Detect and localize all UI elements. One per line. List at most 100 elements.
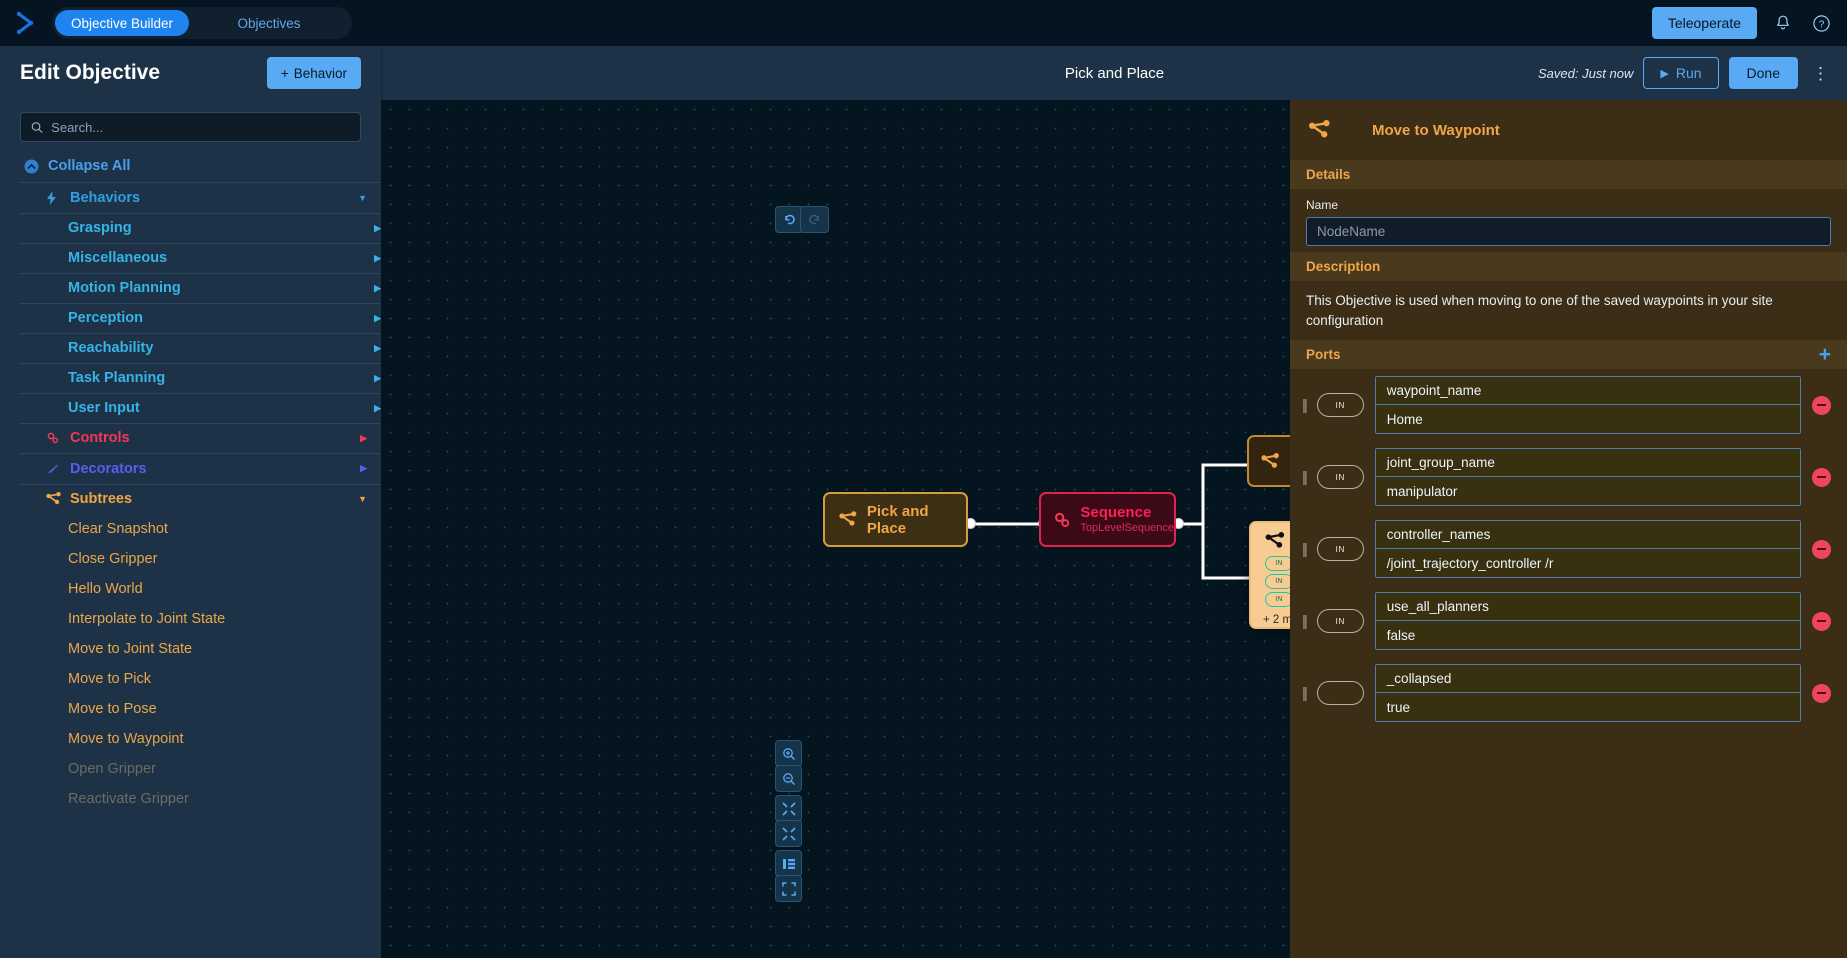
sidebar-item-move-to-waypoint[interactable]: Move to Waypoint [20, 724, 381, 754]
sidebar-item-move-to-joint-state[interactable]: Move to Joint State [20, 634, 381, 664]
chevron-right-icon: ▶ [374, 342, 381, 353]
port-key-input[interactable]: _collapsed [1375, 665, 1800, 694]
run-button[interactable]: ▶ Run [1643, 57, 1719, 89]
node-port-row[interactable]: IN waypoint_name [1251, 554, 1290, 572]
done-button[interactable]: Done [1728, 57, 1798, 89]
tab-objectives[interactable]: Objectives [189, 10, 349, 36]
chevron-right-icon: ▶ [374, 402, 381, 413]
sidebar-group-decorators[interactable]: Decorators ▶ [20, 453, 381, 484]
node-more-ports-label[interactable]: + 2 more [1251, 608, 1290, 626]
port-value-input[interactable]: /joint_trajectory_controller /r [1375, 549, 1800, 578]
sidebar-item-interpolate-to-joint-state[interactable]: Interpolate to Joint State [20, 604, 381, 634]
sidebar-item-miscellaneous[interactable]: Miscellaneous ▶ [20, 242, 381, 273]
drag-handle-icon[interactable]: || [1302, 685, 1308, 702]
kebab-menu-icon[interactable]: ⋮ [1808, 65, 1833, 82]
port-direction-pill[interactable]: IN [1316, 465, 1364, 490]
logo-chevron-icon[interactable] [14, 10, 40, 36]
chevron-down-icon: ▼ [358, 192, 367, 203]
tab-objective-builder[interactable]: Objective Builder [55, 10, 190, 36]
remove-port-button[interactable] [1812, 539, 1831, 559]
node-sequence[interactable]: Sequence TopLevelSequence [1039, 492, 1176, 547]
port-key-input[interactable]: controller_names [1375, 521, 1800, 550]
node-port-row[interactable]: IN joint_group_name [1251, 572, 1290, 590]
sidebar-item-user-input[interactable]: User Input ▶ [20, 392, 381, 423]
description-text: This Objective is used when moving to on… [1306, 293, 1773, 328]
port-key-input[interactable]: use_all_planners [1375, 593, 1800, 622]
redo-button[interactable] [800, 206, 829, 233]
node-pick-and-place[interactable]: Pick and Place [823, 492, 968, 547]
collapse-nodes-button[interactable] [775, 820, 802, 847]
sidebar-group-behaviors[interactable]: Behaviors ▼ [20, 182, 381, 213]
node-port-row[interactable]: IN controller_names [1251, 590, 1290, 608]
sidebar-item-close-gripper[interactable]: Close Gripper [20, 544, 381, 574]
port-direction-pill[interactable] [1316, 681, 1364, 706]
teleoperate-button[interactable]: Teleoperate [1651, 7, 1757, 39]
help-circle-icon[interactable]: ? [1809, 11, 1833, 35]
sidebar-item-hello-world[interactable]: Hello World [20, 574, 381, 604]
remove-port-button[interactable] [1812, 611, 1831, 631]
sidebar-item-move-to-pick[interactable]: Move to Pick [20, 664, 381, 694]
sidebar-item-clear-snapshot[interactable]: Clear Snapshot [20, 514, 381, 544]
sidebar-item-task-planning[interactable]: Task Planning ▶ [20, 362, 381, 393]
sidebar-item-reachability[interactable]: Reachability ▶ [20, 332, 381, 363]
drag-handle-icon[interactable]: || [1302, 469, 1308, 486]
drag-handle-icon[interactable]: || [1302, 541, 1308, 558]
chevron-right-icon: ▶ [374, 252, 381, 263]
search-icon [31, 121, 43, 133]
node-move-to-pick[interactable]: Move to Pick [1247, 435, 1290, 487]
sidebar-item-clear-snapshot-label: Clear Snapshot [68, 521, 168, 537]
drag-handle-icon[interactable]: || [1302, 397, 1308, 414]
behavior-tree-canvas[interactable]: Pick and Place Sequence TopLevelSequence… [381, 100, 1290, 958]
drag-handle-icon[interactable]: || [1302, 613, 1308, 630]
port-row-use-all-planners: || IN use_all_planners false [1290, 585, 1847, 657]
sidebar-item-grasping[interactable]: Grasping ▶ [20, 212, 381, 243]
zoom-in-button[interactable] [775, 740, 802, 767]
port-direction-pill[interactable]: IN [1316, 609, 1364, 634]
lightning-icon [46, 190, 64, 205]
port-direction-pill[interactable]: IN [1316, 537, 1364, 562]
expand-nodes-button[interactable] [775, 795, 802, 822]
port-key-input[interactable]: waypoint_name [1375, 377, 1800, 406]
collapse-all-button[interactable]: Collapse All [0, 150, 381, 182]
sidebar-group-controls[interactable]: Controls ▶ [20, 422, 381, 454]
search-input[interactable] [51, 119, 350, 135]
sidebar-item-reactivate-gripper[interactable]: Reactivate Gripper [20, 784, 381, 814]
remove-port-button[interactable] [1812, 683, 1831, 703]
sidebar-item-close-gripper-label: Close Gripper [68, 551, 158, 567]
add-behavior-label: Behavior [293, 65, 347, 81]
port-value-input[interactable]: manipulator [1375, 477, 1800, 506]
sidebar-group-subtrees[interactable]: Subtrees ▼ [20, 483, 381, 515]
layout-button[interactable] [775, 850, 802, 877]
properties-title: Move to Waypoint [1372, 121, 1500, 139]
node-move-to-waypoint-header: Move to Waypoint [1251, 523, 1290, 554]
add-port-button[interactable]: + [1819, 344, 1831, 365]
port-value-input[interactable]: true [1375, 693, 1800, 722]
description-section-header: Description [1290, 252, 1847, 281]
chevron-right-icon: ▶ [374, 222, 381, 233]
node-move-to-waypoint[interactable]: Move to Waypoint IN waypoint_name IN joi… [1249, 521, 1290, 629]
bell-icon[interactable] [1771, 11, 1795, 35]
sidebar-item-motion-planning[interactable]: Motion Planning ▶ [20, 272, 381, 303]
library-sidebar: Collapse All Behaviors ▼ Grasping ▶ Misc… [0, 100, 381, 958]
name-input[interactable]: NodeName [1306, 217, 1831, 246]
tree-icon [839, 511, 857, 526]
port-direction-pill[interactable]: IN [1316, 393, 1364, 418]
remove-port-button[interactable] [1812, 395, 1831, 415]
fit-to-screen-button[interactable] [775, 875, 802, 902]
add-behavior-button[interactable]: + Behavior [266, 57, 361, 89]
sidebar-item-move-to-joint-state-label: Move to Joint State [68, 641, 193, 657]
remove-port-button[interactable] [1812, 467, 1831, 487]
zoom-out-button[interactable] [775, 765, 802, 792]
sub-header-bar: Edit Objective + Behavior Pick and Place… [0, 46, 1847, 100]
chevron-right-icon: ▶ [374, 372, 381, 383]
sidebar-item-perception[interactable]: Perception ▶ [20, 302, 381, 333]
port-value-input[interactable]: false [1375, 621, 1800, 650]
sidebar-item-move-to-pose[interactable]: Move to Pose [20, 694, 381, 724]
tab-objectives-label: Objectives [237, 15, 301, 31]
port-value-input[interactable]: Home [1375, 405, 1800, 434]
port-key-input[interactable]: joint_group_name [1375, 449, 1800, 478]
sidebar-item-open-gripper[interactable]: Open Gripper [20, 754, 381, 784]
search-box[interactable] [20, 112, 361, 142]
page-title: Edit Objective [20, 61, 161, 84]
port-fields: use_all_planners false [1374, 592, 1801, 651]
